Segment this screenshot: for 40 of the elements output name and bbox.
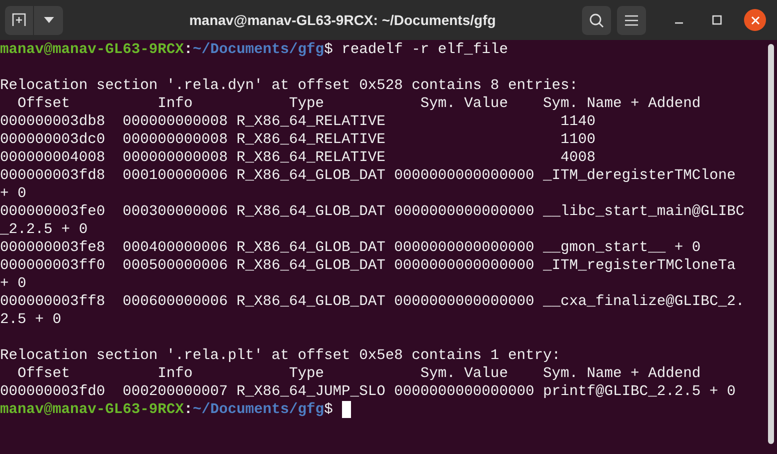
new-tab-button[interactable] — [5, 6, 34, 34]
search-icon — [589, 12, 604, 28]
window-title: manav@manav-GL63-9RCX: ~/Documents/gfg — [188, 10, 497, 30]
terminal-line: Relocation section '.rela.plt' at offset 0x5e8 contains 1 entry: — [0, 347, 560, 365]
terminal-line: 000000003fd0 000200000007 R_X86_64_JUMP_SLO 0000000000000000 printf@GLIBC_2.2.5 + 0 — [0, 383, 736, 401]
terminal-line: 000000003dc0 000000000008 R_X86_64_RELATIVE 1100 — [0, 131, 596, 149]
terminal-line: 000000004008 000000000008 R_X86_64_RELATIVE 4008 — [0, 149, 596, 167]
maximize-icon — [712, 15, 722, 25]
prompt-symbol: $ — [324, 401, 333, 419]
terminal-line: Offset Info Type Sym. Value Sym. Name + Addend — [16, 365, 701, 383]
command-text: readelf -r elf_file — [342, 41, 508, 59]
dropdown-button[interactable] — [34, 6, 63, 34]
terminal-line: + 0 — [0, 275, 26, 293]
scrollbar-thumb[interactable] — [768, 44, 774, 444]
prompt-path: ~/Documents/gfg — [192, 41, 324, 59]
menu-icon — [625, 14, 638, 26]
prompt-user-host: manav@manav-GL63-9RCX — [0, 401, 184, 419]
menu-button[interactable] — [617, 6, 646, 34]
terminal-line: 000000003ff0 000500000006 R_X86_64_GLOB_DAT 0000000000000000 _ITM_registerTMCloneTa — [0, 257, 736, 275]
terminal-line: Offset Info Type Sym. Value Sym. Name + Addend — [16, 95, 701, 113]
terminal-line: _2.2.5 + 0 — [0, 221, 88, 239]
prompt-separator: : — [184, 401, 193, 419]
new-tab-icon — [12, 13, 26, 27]
prompt-separator: : — [184, 41, 193, 59]
prompt-symbol: $ — [324, 41, 333, 59]
prompt-user-host: manav@manav-GL63-9RCX — [0, 41, 184, 59]
prompt-path: ~/Documents/gfg — [192, 401, 324, 419]
caret-icon — [44, 17, 54, 23]
terminal-line: 000000003ff8 000600000006 R_X86_64_GLOB_DAT 0000000000000000 __cxa_finalize@GLIBC_2. — [0, 293, 744, 311]
terminal-line: 000000003fd8 000100000006 R_X86_64_GLOB_DAT 0000000000000000 _ITM_deregisterTMClone — [0, 167, 736, 185]
minimize-icon — [675, 22, 683, 24]
terminal-line: 000000003fe0 000300000006 R_X86_64_GLOB_DAT 0000000000000000 __libc_start_main@GLIBC — [0, 203, 744, 221]
terminal-line: 000000003db8 000000000008 R_X86_64_RELATIVE 1140 — [0, 113, 596, 131]
close-button[interactable] — [744, 9, 766, 31]
terminal-line: 2.5 + 0 — [0, 311, 62, 329]
terminal-line: Relocation section '.rela.dyn' at offset 0x528 contains 8 entries: — [0, 77, 578, 95]
search-button[interactable] — [582, 6, 611, 34]
close-icon — [750, 16, 760, 24]
terminal-line: 000000003fe8 000400000006 R_X86_64_GLOB_DAT 0000000000000000 __gmon_start__ + 0 — [0, 239, 701, 257]
terminal-line: + 0 — [0, 185, 26, 203]
